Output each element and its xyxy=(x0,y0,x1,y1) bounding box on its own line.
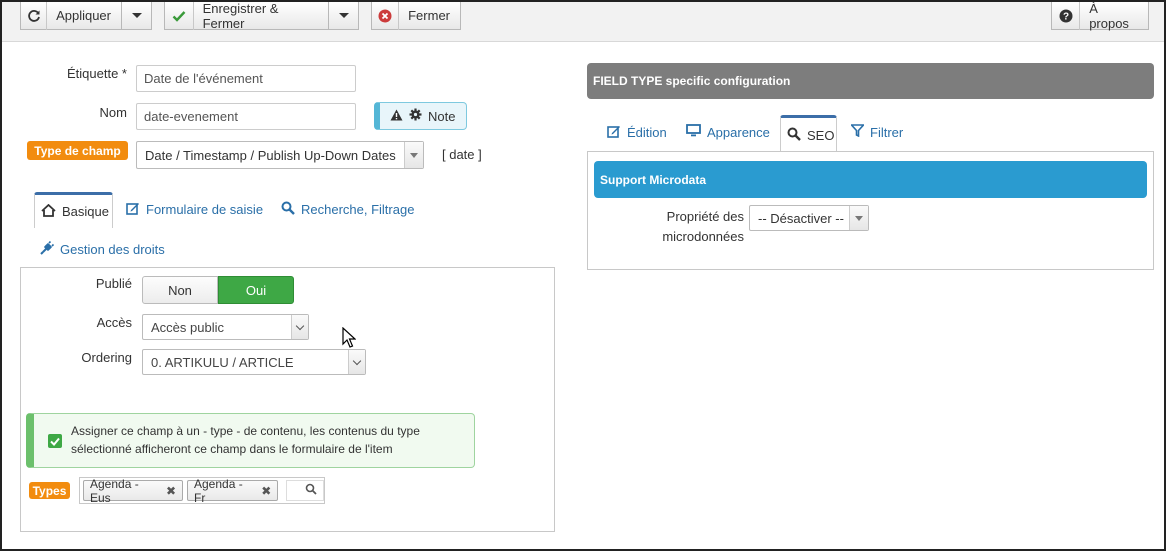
published-label: Publié xyxy=(95,276,132,291)
toggle-no-button[interactable]: Non xyxy=(142,276,218,304)
save-close-button[interactable]: Enregistrer & Fermer xyxy=(164,0,329,31)
name-input[interactable]: date-evenement xyxy=(136,103,356,130)
about-button[interactable]: ? À propos xyxy=(1051,0,1149,31)
save-close-dropdown-button[interactable] xyxy=(329,2,359,30)
edit-icon xyxy=(607,124,621,141)
microdata-header: Support Microdata xyxy=(594,161,1147,198)
chevron-down-icon xyxy=(291,315,308,339)
access-value: Accès public xyxy=(151,319,224,335)
edit-icon xyxy=(126,201,140,218)
caret-down-icon xyxy=(131,13,142,18)
assign-text: Assigner ce champ à un - type - de conte… xyxy=(71,424,420,456)
type-tag: Agenda - Fr ✖ xyxy=(187,477,279,505)
caret-down-icon xyxy=(338,13,349,18)
mouse-cursor-icon xyxy=(342,326,357,351)
label-field-label: Étiquette * xyxy=(67,66,127,81)
assign-checkbox[interactable] xyxy=(48,434,62,448)
svg-text:?: ? xyxy=(1063,11,1069,22)
note-button[interactable]: Note xyxy=(374,102,467,130)
tab-basic[interactable]: Basique xyxy=(34,192,113,228)
microdata-label-line1: Propriété des xyxy=(666,209,744,224)
monitor-icon xyxy=(686,124,701,140)
field-type-badge: Type de champ xyxy=(27,141,128,160)
access-label: Accès xyxy=(96,315,132,330)
tab-filter-label: Filtrer xyxy=(870,124,904,140)
tab-basic-label: Basique xyxy=(62,204,109,219)
tab-seo[interactable]: SEO xyxy=(780,115,837,152)
search-icon xyxy=(305,483,317,498)
tab-edition[interactable]: Édition xyxy=(607,124,667,141)
search-icon xyxy=(281,201,295,218)
toolbar: Appliquer Enregistrer & Fermer Fermer ? xyxy=(2,0,1164,42)
chevron-down-icon xyxy=(348,350,365,374)
field-type-config-header: FIELD TYPE specific configuration xyxy=(587,63,1154,99)
save-close-group: Enregistrer & Fermer xyxy=(164,0,359,31)
tab-search-filter-label: Recherche, Filtrage xyxy=(301,202,415,217)
microdata-label: Propriété des microdonnées xyxy=(642,207,744,247)
type-tag-label: Agenda - Eus xyxy=(90,476,139,505)
apply-label: Appliquer xyxy=(56,8,111,23)
type-tag-label: Agenda - Fr xyxy=(194,476,243,505)
tab-search-filter[interactable]: Recherche, Filtrage xyxy=(281,201,414,218)
refresh-icon xyxy=(21,1,48,30)
plug-icon xyxy=(40,240,55,258)
gear-icon xyxy=(409,108,422,124)
note-label: Note xyxy=(428,108,456,124)
close-button[interactable]: Fermer xyxy=(371,1,461,30)
tab-seo-label: SEO xyxy=(807,127,835,143)
tab-edition-label: Édition xyxy=(627,125,667,140)
about-label: À propos xyxy=(1089,0,1129,31)
access-select[interactable]: Accès public xyxy=(142,314,309,340)
types-badge: Types xyxy=(29,482,70,499)
ordering-label: Ordering xyxy=(81,350,132,365)
microdata-label-line2: microdonnées xyxy=(662,229,744,244)
select-arrow-icon xyxy=(849,206,868,230)
close-circle-icon xyxy=(372,1,400,30)
help-icon: ? xyxy=(1052,1,1081,30)
label-input[interactable]: Date de l'événement xyxy=(136,65,356,92)
tab-rights[interactable]: Gestion des droits xyxy=(40,240,165,258)
home-icon xyxy=(41,203,56,220)
tab-appearance-label: Apparence xyxy=(707,124,770,140)
assign-type-notice: Assigner ce champ à un - type - de conte… xyxy=(26,413,475,468)
ordering-value: 0. ARTIKULU / ARTICLE xyxy=(151,354,294,370)
apply-button[interactable]: Appliquer xyxy=(20,1,122,30)
tab-rights-label: Gestion des droits xyxy=(60,242,165,257)
check-icon xyxy=(165,1,194,30)
type-tag: Agenda - Eus ✖ xyxy=(83,477,183,505)
save-close-label: Enregistrer & Fermer xyxy=(202,0,279,31)
toggle-yes-button[interactable]: Oui xyxy=(218,276,294,304)
tab-appearance[interactable]: Apparence xyxy=(686,124,770,140)
select-arrow-icon xyxy=(404,142,423,168)
types-multiselect[interactable]: Agenda - Eus ✖ Agenda - Fr ✖ xyxy=(79,477,325,505)
remove-tag-icon[interactable]: ✖ xyxy=(261,484,271,498)
search-icon xyxy=(787,127,801,144)
filter-icon xyxy=(849,124,866,140)
apply-dropdown-button[interactable] xyxy=(122,2,152,30)
field-type-select[interactable]: Date / Timestamp / Publish Up-Down Dates xyxy=(136,141,424,169)
field-type-value: Date / Timestamp / Publish Up-Down Dates xyxy=(145,147,396,163)
tab-entry-form-label: Formulaire de saisie xyxy=(146,202,264,217)
microdata-value: -- Désactiver -- xyxy=(758,210,844,226)
name-field-label: Nom xyxy=(99,105,127,120)
about-group: ? À propos xyxy=(1051,0,1149,31)
microdata-select[interactable]: -- Désactiver -- xyxy=(749,205,869,231)
close-label: Fermer xyxy=(408,8,450,23)
apply-group: Appliquer xyxy=(20,1,152,30)
tab-filter[interactable]: Filtrer xyxy=(849,124,904,140)
ordering-select[interactable]: 0. ARTIKULU / ARTICLE xyxy=(142,349,366,375)
published-toggle: Non Oui xyxy=(142,276,294,304)
warning-icon xyxy=(390,109,403,124)
field-type-code: [ date ] xyxy=(442,147,482,162)
tab-entry-form[interactable]: Formulaire de saisie xyxy=(126,201,263,218)
types-search-input[interactable] xyxy=(286,480,324,501)
remove-tag-icon[interactable]: ✖ xyxy=(166,484,176,498)
close-group: Fermer xyxy=(371,1,461,30)
